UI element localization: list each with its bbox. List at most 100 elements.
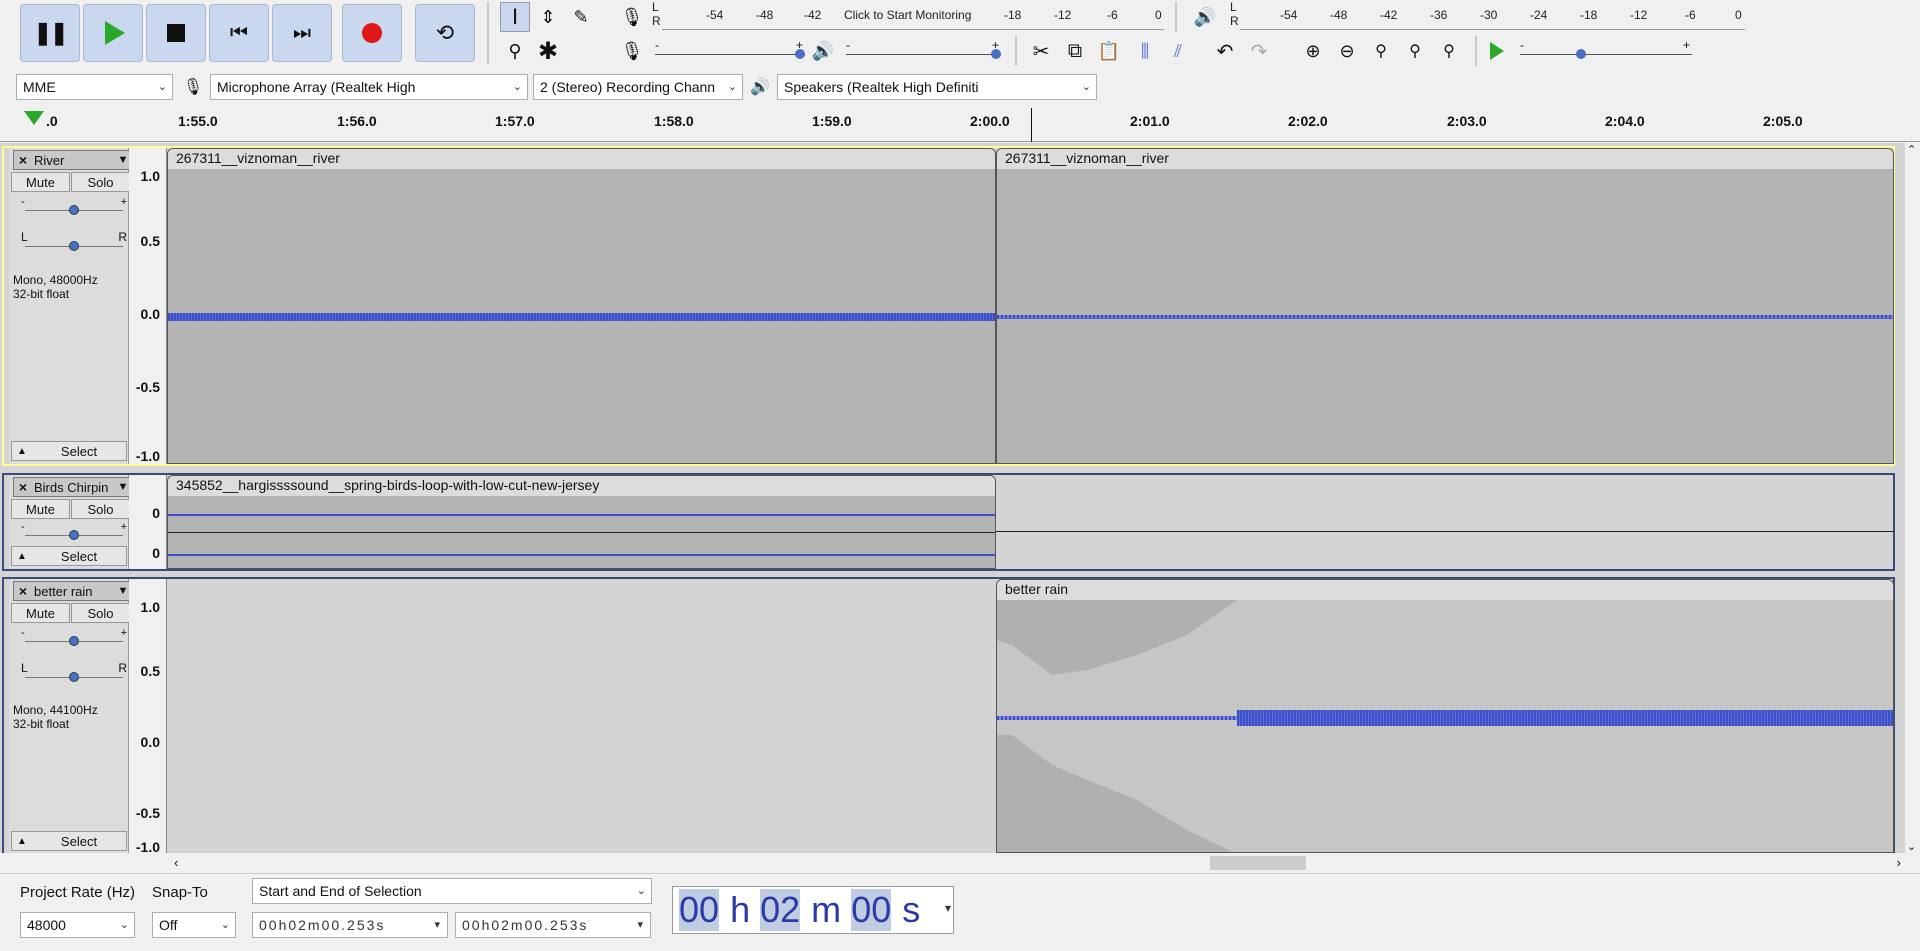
select-track-button[interactable]: ▲ Select: [11, 441, 127, 461]
track-name-menu[interactable]: × better rain ▼: [13, 581, 131, 601]
collapse-icon: ▲: [17, 445, 27, 457]
pan-slider[interactable]: LR: [21, 230, 127, 251]
playback-device-select[interactable]: Speakers (Realtek High Definiti ⌄: [777, 74, 1097, 100]
playback-meter-button[interactable]: 🔊: [1190, 2, 1220, 32]
selection-mode-select[interactable]: Start and End of Selection ⌄: [252, 878, 652, 904]
recording-meter[interactable]: -54 -48 -42 Click to Start Monitoring -1…: [662, 0, 1164, 30]
audio-clip[interactable]: 267311__viznoman__river: [167, 148, 996, 464]
selection-start-time[interactable]: 00h02m00.253s ▾: [252, 912, 448, 938]
gain-slider[interactable]: - +: [21, 627, 127, 646]
recording-volume-slider[interactable]: - +: [655, 38, 805, 62]
select-track-button[interactable]: ▲ Select: [11, 546, 127, 566]
channel-divider: [996, 531, 1894, 532]
zoom-toggle-button[interactable]: ⚲: [1434, 36, 1464, 66]
audio-clip[interactable]: 267311__viznoman__river: [996, 148, 1894, 464]
envelope-icon: ⇕: [540, 6, 556, 27]
scrollbar-thumb[interactable]: [1210, 856, 1306, 870]
snap-to-select[interactable]: Off ⌄: [152, 912, 236, 938]
chevron-down-icon: ▾: [944, 901, 951, 915]
close-icon[interactable]: ×: [14, 583, 32, 599]
microphone-icon: 🎙: [620, 40, 644, 61]
play-speed-slider[interactable]: - +: [1520, 38, 1692, 62]
audio-host-select[interactable]: MME ⌄: [16, 74, 173, 100]
track-better-rain[interactable]: × better rain ▼ Mute Solo - + LR Mono, 4410…: [2, 577, 1895, 855]
play-head-icon[interactable]: [24, 111, 44, 125]
trim-button[interactable]: ⫼: [1130, 36, 1160, 66]
audio-clip[interactable]: better rain: [996, 579, 1894, 853]
play-meter-r: R: [1230, 14, 1239, 28]
audio-position-display[interactable]: 00 h 02 m 00 s ▾: [672, 886, 954, 934]
fit-selection-button[interactable]: ⚲: [1366, 36, 1396, 66]
ruler-tick-label: 1:59.0: [812, 113, 852, 129]
selection-end-time[interactable]: 00h02m00.253s ▾: [455, 912, 651, 938]
clip-name[interactable]: 267311__viznoman__river: [168, 149, 995, 169]
slider-thumb[interactable]: [1576, 49, 1586, 59]
skip-to-end-button[interactable]: ⏭: [272, 4, 332, 62]
fit-selection-icon: ⚲: [1375, 43, 1387, 60]
mute-button[interactable]: Mute: [11, 172, 70, 192]
slider-thumb[interactable]: [991, 49, 1001, 59]
silence-button[interactable]: ⫽: [1163, 36, 1193, 66]
microphone-icon: 🎙: [620, 6, 644, 27]
redo-button[interactable]: ↷: [1244, 36, 1274, 66]
audio-clip[interactable]: 345852__hargissssound__spring-birds-loop…: [167, 475, 996, 569]
vertical-scrollbar[interactable]: ⌃ ⌄: [1905, 143, 1920, 853]
timeline-ruler[interactable]: .0 1:55.0 1:56.0 1:57.0 1:58.0 1:59.0 2:…: [0, 108, 1920, 142]
horizontal-scrollbar[interactable]: ‹ ›: [170, 855, 1905, 871]
solo-button[interactable]: Solo: [71, 172, 130, 192]
slider-min: -: [655, 38, 659, 52]
track-name-menu[interactable]: × Birds Chirpin ▼: [13, 477, 131, 497]
skip-to-start-button[interactable]: ⏮: [209, 4, 269, 62]
playback-meter[interactable]: -54 -48 -42 -36 -30 -24 -18 -12 -6 0: [1240, 0, 1745, 30]
close-icon[interactable]: ×: [14, 152, 32, 168]
scroll-down-icon[interactable]: ⌄: [1907, 840, 1916, 853]
project-rate-select[interactable]: 48000 ⌄: [20, 912, 135, 938]
mute-button[interactable]: Mute: [11, 603, 70, 623]
scale-label: -1.0: [135, 448, 160, 464]
cut-button[interactable]: ✂: [1026, 36, 1056, 66]
mute-button[interactable]: Mute: [11, 499, 70, 519]
pan-slider[interactable]: LR: [21, 661, 127, 682]
fit-project-button[interactable]: ⚲: [1400, 36, 1430, 66]
clip-name[interactable]: 345852__hargissssound__spring-birds-loop…: [168, 476, 995, 496]
undo-button[interactable]: ↶: [1210, 36, 1240, 66]
play-at-speed-button[interactable]: [1482, 36, 1512, 66]
solo-button[interactable]: Solo: [71, 499, 130, 519]
clip-name[interactable]: 267311__viznoman__river: [997, 149, 1893, 169]
draw-tool-button[interactable]: ✎: [566, 2, 596, 32]
record-meter-button[interactable]: 🎙: [617, 2, 647, 32]
zoom-out-button[interactable]: ⊖: [1332, 36, 1362, 66]
envelope-tool-button[interactable]: ⇕: [533, 2, 563, 32]
playback-volume-slider[interactable]: - +: [846, 38, 1001, 62]
track-name-menu[interactable]: × River ▼: [13, 150, 131, 170]
slider-thumb[interactable]: [795, 49, 805, 59]
track-birds[interactable]: × Birds Chirpin ▼ Mute Solo - + ▲ Select 0 0…: [2, 473, 1895, 571]
clip-name[interactable]: better rain: [997, 580, 1893, 600]
close-icon[interactable]: ×: [14, 479, 32, 495]
paste-button[interactable]: 📋: [1094, 36, 1124, 66]
stop-button[interactable]: [146, 4, 206, 62]
gain-slider[interactable]: - +: [21, 521, 127, 540]
gain-slider[interactable]: - +: [21, 196, 127, 215]
play-button[interactable]: [83, 4, 143, 62]
recording-device-select[interactable]: Microphone Array (Realtek High ⌄: [210, 74, 528, 100]
select-track-button[interactable]: ▲ Select: [11, 831, 127, 851]
pause-button[interactable]: ❚❚: [20, 4, 80, 62]
meter-tick: -48: [756, 8, 774, 22]
separator: [1175, 2, 1177, 32]
ruler-tick-label: 2:05.0: [1763, 113, 1803, 129]
solo-button[interactable]: Solo: [71, 603, 130, 623]
zoom-in-button[interactable]: ⊕: [1298, 36, 1328, 66]
record-button[interactable]: [342, 4, 402, 62]
copy-button[interactable]: ⧉: [1060, 36, 1090, 66]
multi-tool-button[interactable]: ✱: [533, 36, 563, 66]
loop-button[interactable]: ⟲: [415, 4, 475, 62]
recording-channels-select[interactable]: 2 (Stereo) Recording Chann ⌄: [533, 74, 743, 100]
zoom-tool-button[interactable]: ⚲: [500, 36, 530, 66]
track-river[interactable]: × River ▼ Mute Solo - + LR Mono, 48000Hz 32…: [2, 146, 1895, 466]
scroll-left-icon[interactable]: ‹: [174, 855, 178, 870]
scroll-up-icon[interactable]: ⌃: [1907, 143, 1916, 156]
scroll-right-icon[interactable]: ›: [1897, 855, 1901, 870]
project-rate-value: 48000: [27, 917, 66, 933]
selection-tool-button[interactable]: I: [500, 2, 530, 32]
